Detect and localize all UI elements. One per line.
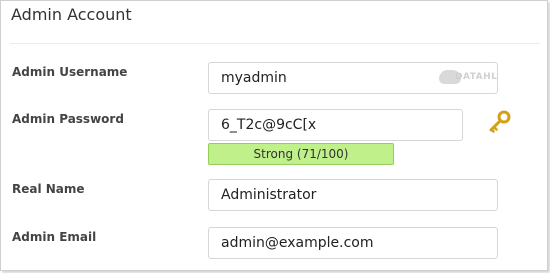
admin-username-label: Admin Username <box>12 65 128 79</box>
admin-password-label: Admin Password <box>12 112 124 126</box>
key-icon[interactable] <box>487 109 513 135</box>
admin-email-label: Admin Email <box>12 230 97 244</box>
brand-watermark: DATAHL <box>439 68 499 88</box>
panel-title: Admin Account <box>11 5 132 24</box>
title-divider <box>10 43 540 44</box>
admin-email-input[interactable] <box>208 227 498 259</box>
password-strength-meter: Strong (71/100) <box>208 143 394 165</box>
real-name-input[interactable] <box>208 179 498 211</box>
watermark-text: DATAHL <box>455 72 498 82</box>
real-name-label: Real Name <box>12 182 85 196</box>
admin-account-panel: Admin Account Admin Username DATAHL Admi… <box>0 0 548 271</box>
admin-password-input[interactable] <box>208 109 463 141</box>
